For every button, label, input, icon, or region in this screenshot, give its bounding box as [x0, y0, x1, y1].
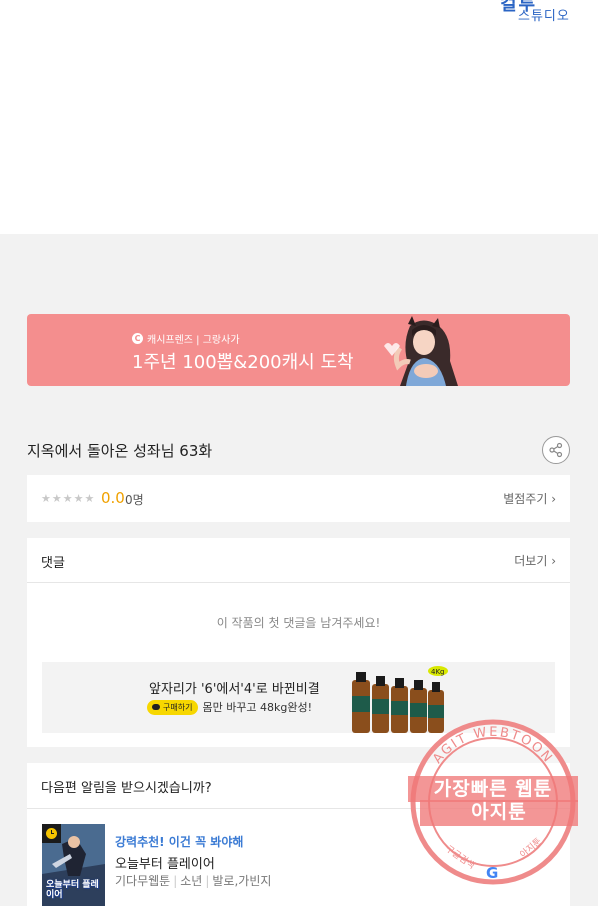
comment-card: 댓글 더보기 › 이 작품의 첫 댓글을 남겨주세요! 앞자리가 '6'에서'4…: [27, 538, 570, 747]
banner-small-text: 캐시프렌즈 | 그랑사가: [147, 335, 240, 346]
rating-stars[interactable]: ★ ★ ★ ★ ★: [41, 492, 94, 505]
comment-empty-message: 이 작품의 첫 댓글을 남겨주세요!: [216, 616, 381, 630]
episode-title: 지옥에서 돌아온 성좌님 63화: [27, 442, 213, 460]
ad-sub-row: 구매하기 몸만 바꾸고 48kg완성!: [147, 699, 312, 715]
ad-bottles-image: 4Kg: [352, 666, 448, 733]
wait-free-badge: [42, 824, 61, 843]
comment-header: 댓글 더보기 ›: [27, 538, 570, 583]
studio-logo[interactable]: 컬투 스튜디오: [500, 0, 572, 26]
recommendation-title[interactable]: 오늘부터 플레이어: [115, 853, 215, 872]
share-button[interactable]: [542, 436, 570, 464]
star-icon[interactable]: ★: [41, 492, 51, 505]
star-icon[interactable]: ★: [74, 492, 84, 505]
comment-title: 댓글: [41, 556, 65, 571]
notify-title: 다음편 알림을 받으시겠습니까?: [41, 781, 212, 796]
thumbnail-title-text: 오늘부터 플레이어: [46, 880, 99, 900]
recommendation-thumbnail[interactable]: 오늘부터 플레이어: [42, 824, 105, 906]
ad-buy-label: 구매하기: [163, 702, 193, 712]
rating-card: ★ ★ ★ ★ ★ 0.0 0명 별점주기 ›: [27, 475, 570, 522]
star-icon[interactable]: ★: [52, 492, 62, 505]
stamp-line-2: 아지툰: [420, 800, 578, 826]
share-icon: [549, 442, 563, 458]
meta-authors: 발로,가빈지: [212, 874, 272, 888]
clock-icon: [46, 828, 57, 839]
bottle-tag: 4Kg: [431, 668, 445, 676]
studio-logo-small: 스튜디오: [518, 9, 570, 24]
episode-title-row: 지옥에서 돌아온 성좌님 63화: [27, 436, 570, 464]
stamp-line-1: 가장빠른 웹툰: [408, 776, 578, 802]
rating-score: 0.0: [101, 489, 125, 507]
chat-bubble-icon: [152, 704, 160, 710]
star-icon[interactable]: ★: [63, 492, 73, 505]
top-ad-area: 컬투 스튜디오: [0, 0, 598, 234]
inline-ad[interactable]: 앞자리가 '6'에서'4'로 바뀐비결 구매하기 몸만 바꾸고 48kg완성!: [42, 662, 555, 733]
star-icon[interactable]: ★: [85, 492, 95, 505]
rating-count: 0명: [125, 493, 144, 507]
cash-c-icon: C: [132, 333, 143, 344]
meta-genre: 소년: [180, 874, 203, 888]
promo-banner[interactable]: C 캐시프렌즈 | 그랑사가 1주년 100뽑&200캐시 도착: [27, 314, 570, 386]
ad-subtext: 몸만 바꾸고 48kg완성!: [202, 701, 313, 714]
banner-small-row: C 캐시프렌즈 | 그랑사가: [132, 331, 240, 346]
recommendation-meta: 기다무웹툰 | 소년 | 발로,가빈지: [115, 874, 272, 888]
rate-button[interactable]: 별점주기 ›: [503, 490, 556, 507]
ad-buy-button[interactable]: 구매하기: [147, 699, 199, 715]
banner-headline: 1주년 100뽑&200캐시 도착: [132, 352, 354, 373]
ad-headline: 앞자리가 '6'에서'4'로 바뀐비결: [149, 682, 320, 697]
banner-character-illustration: [384, 316, 458, 386]
recommendation-label: 강력추천! 이건 꼭 봐야해: [115, 835, 244, 849]
meta-category: 기다무웹툰: [115, 874, 171, 888]
comments-more-link[interactable]: 더보기 ›: [514, 552, 556, 569]
